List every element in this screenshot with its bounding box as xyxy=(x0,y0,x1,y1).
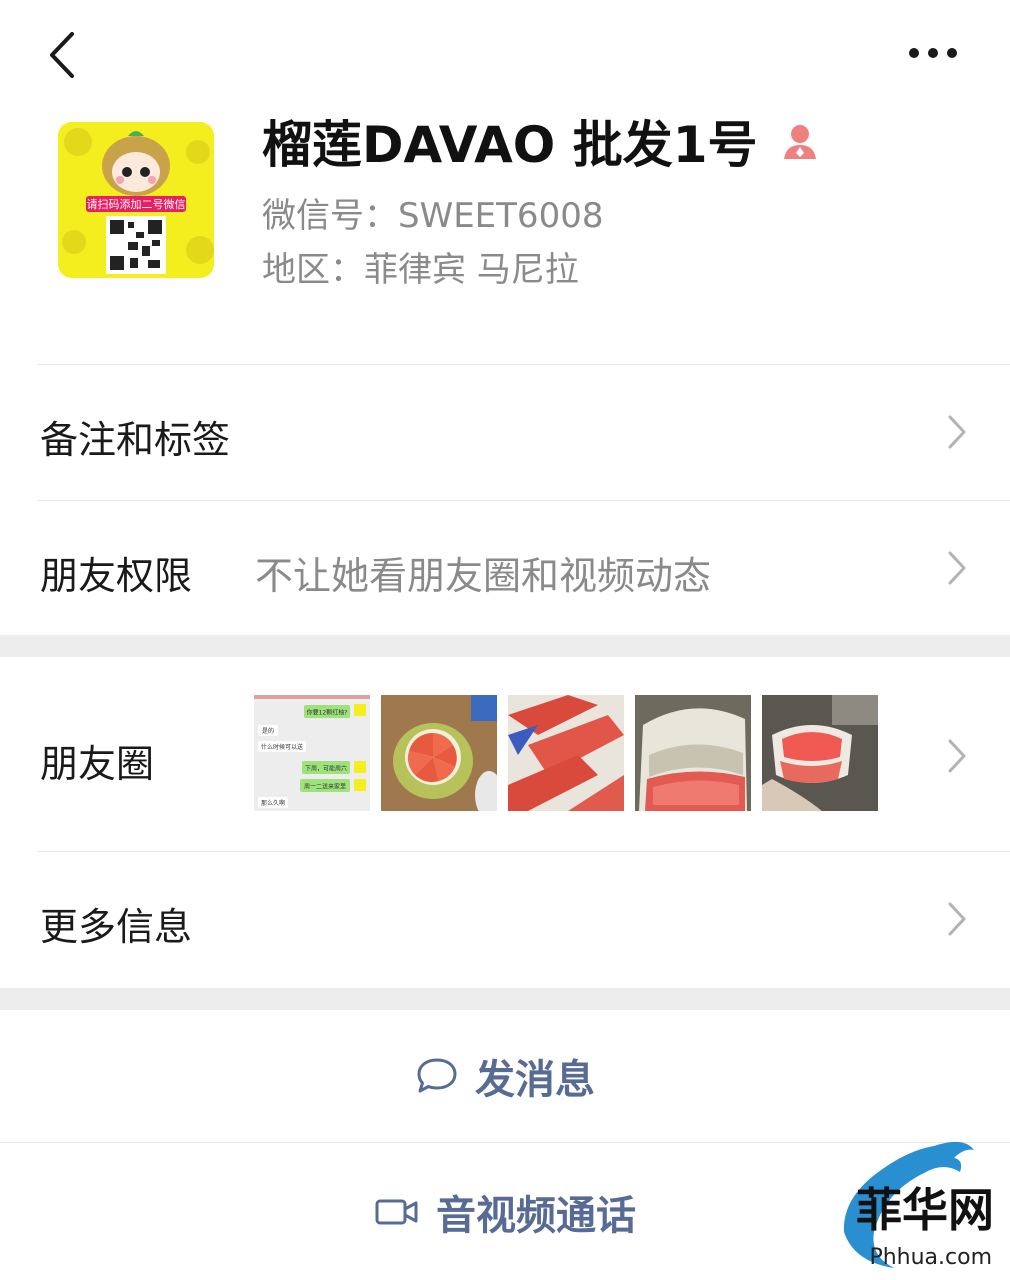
back-button[interactable] xyxy=(40,28,90,82)
wechat-id: 微信号：SWEET6008 xyxy=(262,196,604,236)
female-icon xyxy=(783,125,816,159)
chevron-right-icon xyxy=(948,551,966,585)
svg-text:那么久啊: 那么久啊 xyxy=(261,799,285,807)
profile-header: 请扫码添加二号微信 榴莲DAVAO 批发1号 微信号：SWEET6008 地区：… xyxy=(0,110,1010,360)
chevron-right-icon xyxy=(948,902,966,936)
chevron-right-icon xyxy=(948,739,966,773)
watermark-text: 菲华网 xyxy=(856,1183,994,1237)
moments-thumbnail[interactable] xyxy=(635,695,751,811)
svg-text:请扫码添加二号微信: 请扫码添加二号微信 xyxy=(87,197,186,211)
svg-text:周一二送来家里: 周一二送来家里 xyxy=(304,783,346,791)
moments-thumbnail[interactable]: 你要12颗红柚? 是的 什么时候可以送 下周，可能周六 周一二送来家里 那么久啊 xyxy=(254,695,370,811)
row-moments[interactable]: 朋友圈 你要12颗红柚? 是的 什么时候可以送 下周，可能周六 周一二送来家里 xyxy=(0,657,1010,851)
name-row: 榴莲DAVAO 批发1号 xyxy=(262,110,820,174)
section-gap xyxy=(0,988,1010,1010)
watermark-logo: 菲华网 Phhua.com xyxy=(814,1136,1004,1276)
row-permission-label: 朋友权限 xyxy=(40,554,193,598)
row-more-info[interactable]: 更多信息 xyxy=(0,852,1010,988)
avatar[interactable]: 请扫码添加二号微信 xyxy=(58,122,214,278)
svg-text:是的: 是的 xyxy=(262,727,274,735)
row-remark-tags[interactable]: 备注和标签 xyxy=(0,365,1010,500)
contact-name: 榴莲DAVAO 批发1号 xyxy=(262,116,758,174)
row-friend-permission[interactable]: 朋友权限 不让她看朋友圈和视频动态 xyxy=(0,501,1010,635)
send-message-button[interactable]: 发消息 xyxy=(0,1010,1010,1142)
svg-text:下周，可能周六: 下周，可能周六 xyxy=(305,765,347,773)
more-button[interactable] xyxy=(906,38,960,68)
row-permission-value: 不让她看朋友圈和视频动态 xyxy=(255,554,712,598)
row-more-info-label: 更多信息 xyxy=(40,905,193,949)
video-camera-icon xyxy=(375,1199,418,1224)
moments-thumbnail[interactable] xyxy=(762,695,878,811)
send-message-label: 发消息 xyxy=(475,1057,595,1103)
chat-bubble-icon xyxy=(417,1058,457,1093)
more-dots-icon xyxy=(909,48,957,58)
video-call-label: 音视频通话 xyxy=(436,1192,636,1239)
moments-thumbnails: 你要12颗红柚? 是的 什么时候可以送 下周，可能周六 周一二送来家里 那么久啊 xyxy=(254,695,878,811)
region: 地区：菲律宾 马尼拉 xyxy=(262,250,579,290)
row-remark-label: 备注和标签 xyxy=(40,418,231,462)
row-moments-label: 朋友圈 xyxy=(40,742,155,786)
watermark-url: Phhua.com xyxy=(869,1245,992,1270)
nav-bar xyxy=(0,0,1010,100)
svg-text:什么时候可以送: 什么时候可以送 xyxy=(261,743,303,751)
moments-thumbnail[interactable] xyxy=(381,695,497,811)
moments-thumbnail[interactable] xyxy=(508,695,624,811)
svg-text:你要12颗红柚?: 你要12颗红柚? xyxy=(307,709,348,717)
chevron-right-icon xyxy=(948,415,966,449)
section-gap xyxy=(0,635,1010,657)
chevron-left-icon xyxy=(50,32,74,78)
